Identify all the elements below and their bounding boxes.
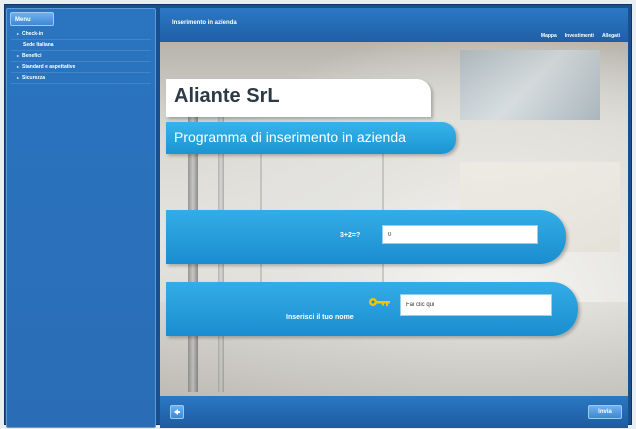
program-title: Programma di inserimento in azienda	[174, 129, 406, 145]
arrow-left-icon	[174, 409, 180, 415]
main-area: Inserimento in azienda Mappa Investiment…	[160, 8, 628, 428]
menu-item-label: Sede Italiana	[23, 42, 54, 48]
program-banner: Programma di inserimento in azienda	[166, 122, 456, 154]
header-bar: Inserimento in azienda Mappa Investiment…	[160, 8, 628, 43]
chevron-right-icon: ▸	[17, 75, 20, 80]
company-name: Aliante SrL	[174, 85, 280, 107]
menu-item-label: Check-in	[22, 31, 44, 37]
link-mappa[interactable]: Mappa	[541, 33, 557, 39]
question-panel: 3+2=?	[166, 210, 566, 264]
menu-item-sicurezza[interactable]: ▸ Sicurezza	[11, 73, 151, 84]
sidebar: Menu ▸ Check-in Sede Italiana ▸ Benefici…	[6, 8, 156, 428]
menu-item-label: Sicurezza	[22, 75, 46, 81]
name-label: Inserisci il tuo nome	[286, 314, 354, 321]
question-label: 3+2=?	[340, 232, 361, 239]
name-input[interactable]	[400, 294, 552, 316]
name-panel: Inserisci il tuo nome	[166, 282, 578, 336]
chevron-right-icon: ▸	[17, 53, 20, 58]
answer-input[interactable]	[382, 225, 538, 244]
menu-item-label: Standard e aspettative	[22, 64, 76, 70]
chevron-right-icon: ▸	[17, 64, 20, 69]
link-allegati[interactable]: Allegati	[602, 33, 620, 39]
background-glass-balcony	[460, 50, 600, 120]
send-button[interactable]: Invia	[588, 405, 622, 419]
chevron-right-icon: ▸	[17, 31, 20, 36]
menu-item-benefici[interactable]: ▸ Benefici	[11, 51, 151, 62]
link-investimenti[interactable]: Investimenti	[565, 33, 594, 39]
menu-tab[interactable]: Menu	[10, 12, 54, 26]
slide-stage: Aliante SrL Programma di inserimento in …	[160, 42, 628, 396]
footer-bar: Invia	[160, 396, 628, 428]
menu-item-check-in[interactable]: ▸ Check-in	[11, 29, 151, 40]
back-button[interactable]	[170, 405, 184, 419]
menu-list: ▸ Check-in Sede Italiana ▸ Benefici ▸ St…	[11, 29, 151, 84]
header-links: Mappa Investimenti Allegati	[541, 33, 620, 39]
key-icon	[369, 298, 390, 306]
page-title: Inserimento in azienda	[172, 20, 237, 26]
company-banner: Aliante SrL	[166, 79, 431, 117]
menu-item-sede-italiana[interactable]: Sede Italiana	[11, 40, 151, 51]
menu-item-standard[interactable]: ▸ Standard e aspettative	[11, 62, 151, 73]
menu-item-label: Benefici	[22, 53, 42, 59]
